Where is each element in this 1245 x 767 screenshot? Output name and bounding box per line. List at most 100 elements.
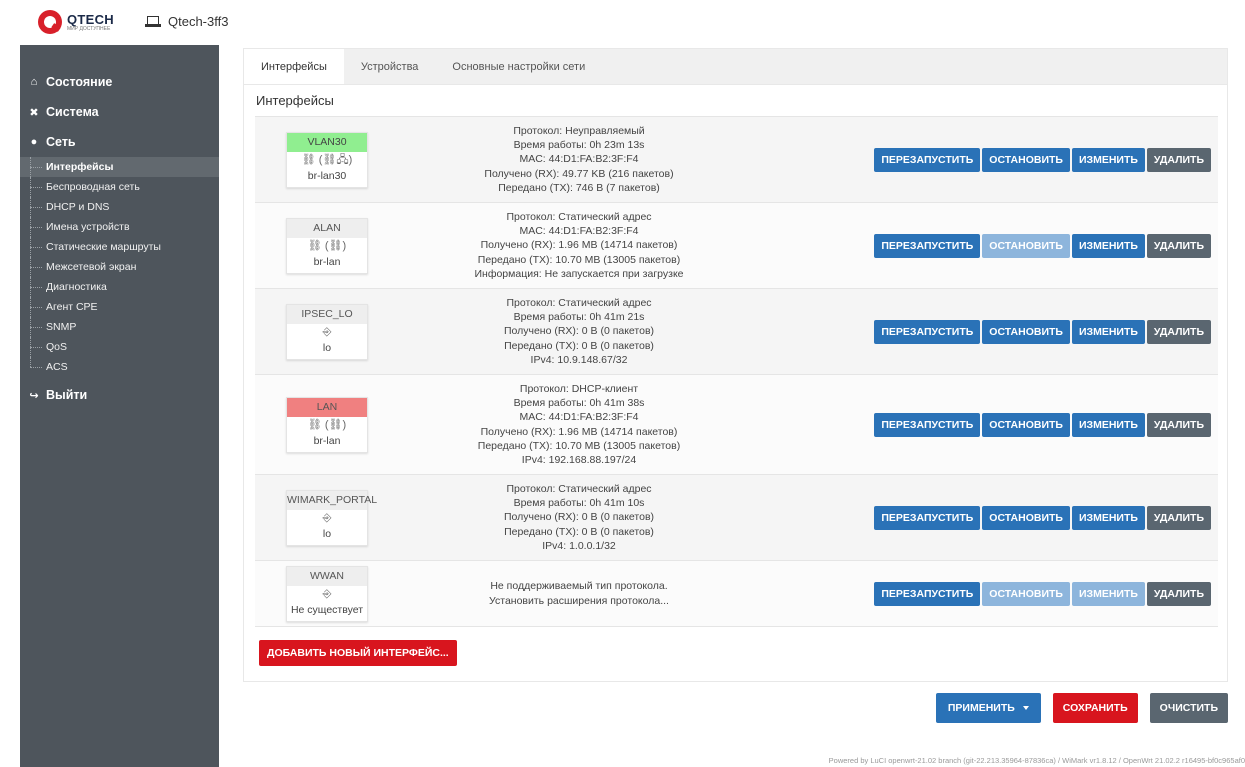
apply-button[interactable]: ПРИМЕНИТЬ bbox=[935, 693, 1041, 723]
row-actions: ПЕРЕЗАПУСТИТЬ ОСТАНОВИТЬ ИЗМЕНИТЬ УДАЛИТ… bbox=[872, 319, 1211, 344]
bridge-icon: ⛓ (⛓) bbox=[307, 418, 347, 431]
main-content: Интерфейсы Устройства Основные настройки… bbox=[243, 48, 1228, 682]
stop-button[interactable]: ОСТАНОВИТЬ bbox=[982, 319, 1070, 344]
edit-button[interactable]: ИЗМЕНИТЬ bbox=[1071, 233, 1145, 258]
sidebar-item-snmp[interactable]: SNMP bbox=[20, 317, 219, 337]
interface-device: lo bbox=[322, 527, 332, 540]
sidebar-item-interfaces[interactable]: Интерфейсы bbox=[20, 157, 219, 177]
delete-button[interactable]: УДАЛИТЬ bbox=[1146, 233, 1211, 258]
interface-row-vlan30: VLAN30 ⛓ (⛓🖧) br-lan30 Протокол: Неуправ… bbox=[255, 117, 1218, 203]
interface-row-wwan: WWAN ⎆ Не существует Не поддерживаемый т… bbox=[255, 561, 1218, 627]
delete-button[interactable]: УДАЛИТЬ bbox=[1146, 505, 1211, 530]
interface-status: Протокол: DHCP-клиент Время работы: 0h 4… bbox=[429, 382, 729, 467]
sidebar-item-dhcp-dns[interactable]: DHCP и DNS bbox=[20, 197, 219, 217]
status-line: Протокол: Статический адрес bbox=[506, 211, 652, 224]
status-line: IPv4: 1.0.0.1/32 bbox=[542, 539, 616, 552]
interface-status: Протокол: Статический адрес MAC: 44:D1:F… bbox=[429, 210, 729, 280]
logo-mark-icon bbox=[38, 10, 62, 34]
caret-down-icon bbox=[1022, 706, 1029, 711]
page-actions: ПРИМЕНИТЬ СОХРАНИТЬ ОЧИСТИТЬ bbox=[934, 693, 1228, 723]
interface-name: VLAN30 bbox=[287, 132, 367, 152]
status-line: Не поддерживаемый тип протокола. bbox=[490, 580, 668, 593]
sidebar-item-label: Состояние bbox=[46, 75, 113, 89]
restart-button[interactable]: ПЕРЕЗАПУСТИТЬ bbox=[874, 505, 981, 530]
qtech-logo[interactable]: QTECH МИР ДОСТУПНЕЕ bbox=[38, 10, 114, 34]
sidebar-item-logout[interactable]: ↪ Выйти bbox=[20, 380, 219, 410]
apply-label: ПРИМЕНИТЬ bbox=[947, 702, 1015, 714]
loopback-icon: ⎆ bbox=[322, 511, 332, 524]
status-line: Получено (RX): 0 B (0 пакетов) bbox=[503, 511, 655, 524]
sidebar-item-status[interactable]: ⌂ Состояние bbox=[20, 67, 219, 97]
status-line: MAC: 44:D1:FA:B2:3F:F4 bbox=[519, 225, 639, 238]
restart-button[interactable]: ПЕРЕЗАПУСТИТЬ bbox=[874, 581, 981, 606]
logout-icon: ↪ bbox=[29, 389, 39, 402]
interface-device: br-lan bbox=[313, 434, 341, 447]
interface-device: br-lan30 bbox=[307, 169, 347, 182]
status-line: Получено (RX): 1.96 MB (14714 пакетов) bbox=[480, 239, 678, 252]
sidebar-item-qos[interactable]: QoS bbox=[20, 337, 219, 357]
interface-row-lan: LAN ⛓ (⛓) br-lan Протокол: DHCP-клиент В… bbox=[255, 375, 1218, 475]
stop-button[interactable]: ОСТАНОВИТЬ bbox=[982, 147, 1070, 172]
tab-interfaces[interactable]: Интерфейсы bbox=[244, 49, 344, 84]
interface-name: WWAN bbox=[287, 566, 367, 586]
hostname-label: Qtech-3ff3 bbox=[168, 14, 229, 29]
logo-name: QTECH bbox=[67, 11, 114, 27]
sidebar-item-label: Выйти bbox=[46, 388, 88, 402]
interface-name: ALAN bbox=[287, 218, 367, 238]
sidebar-item-acs[interactable]: ACS bbox=[20, 357, 219, 377]
tab-global-network-options[interactable]: Основные настройки сети bbox=[435, 49, 602, 84]
status-line: Передано (TX): 10.70 MB (13005 пакетов) bbox=[477, 439, 681, 452]
loopback-icon: ⎆ bbox=[322, 587, 332, 600]
status-line: Протокол: Неуправляемый bbox=[513, 125, 645, 138]
status-line: Передано (TX): 10.70 MB (13005 пакетов) bbox=[477, 253, 681, 266]
sidebar-item-static-routes[interactable]: Статические маршруты bbox=[20, 237, 219, 257]
row-actions: ПЕРЕЗАПУСТИТЬ ОСТАНОВИТЬ ИЗМЕНИТЬ УДАЛИТ… bbox=[872, 505, 1211, 530]
interface-name: WIMARK_PORTAL bbox=[287, 490, 377, 510]
interface-status: Протокол: Статический адрес Время работы… bbox=[429, 482, 729, 552]
section-title: Интерфейсы bbox=[256, 93, 334, 108]
interface-badge[interactable]: LAN ⛓ (⛓) br-lan bbox=[286, 396, 368, 453]
sidebar-item-system[interactable]: ✖ Система bbox=[20, 97, 219, 127]
sidebar-item-wireless[interactable]: Беспроводная сеть bbox=[20, 177, 219, 197]
stop-button[interactable]: ОСТАНОВИТЬ bbox=[982, 505, 1070, 530]
top-header: QTECH МИР ДОСТУПНЕЕ Qtech-3ff3 bbox=[0, 0, 1245, 45]
edit-button[interactable]: ИЗМЕНИТЬ bbox=[1071, 319, 1145, 344]
sidebar-item-hostnames[interactable]: Имена устройств bbox=[20, 217, 219, 237]
interface-status: Протокол: Неуправляемый Время работы: 0h… bbox=[429, 124, 729, 194]
restart-button[interactable]: ПЕРЕЗАПУСТИТЬ bbox=[874, 319, 981, 344]
status-line: IPv4: 192.168.88.197/24 bbox=[521, 453, 637, 466]
reset-button[interactable]: ОЧИСТИТЬ bbox=[1149, 693, 1228, 723]
interface-badge[interactable]: VLAN30 ⛓ (⛓🖧) br-lan30 bbox=[286, 131, 368, 188]
sidebar-item-network[interactable]: ● Сеть bbox=[20, 127, 219, 157]
delete-button[interactable]: УДАЛИТЬ bbox=[1146, 147, 1211, 172]
interface-device: Не существует bbox=[290, 603, 364, 616]
status-line: Получено (RX): 1.96 MB (14714 пакетов) bbox=[480, 425, 678, 438]
edit-button[interactable]: ИЗМЕНИТЬ bbox=[1071, 505, 1145, 530]
delete-button[interactable]: УДАЛИТЬ bbox=[1146, 581, 1211, 606]
row-actions: ПЕРЕЗАПУСТИТЬ ОСТАНОВИТЬ ИЗМЕНИТЬ УДАЛИТ… bbox=[872, 233, 1211, 258]
globe-icon: ● bbox=[30, 136, 38, 148]
add-interface-button[interactable]: ДОБАВИТЬ НОВЫЙ ИНТЕРФЕЙС... bbox=[259, 640, 457, 666]
delete-button[interactable]: УДАЛИТЬ bbox=[1146, 319, 1211, 344]
interface-status: Не поддерживаемый тип протокола. Установ… bbox=[429, 579, 729, 607]
stop-button[interactable]: ОСТАНОВИТЬ bbox=[982, 412, 1070, 437]
save-button[interactable]: СОХРАНИТЬ bbox=[1052, 693, 1138, 723]
status-line: Получено (RX): 49.77 KB (216 пакетов) bbox=[484, 167, 674, 180]
edit-button[interactable]: ИЗМЕНИТЬ bbox=[1071, 412, 1145, 437]
interface-badge[interactable]: IPSEC_LO ⎆ lo bbox=[286, 303, 368, 360]
restart-button[interactable]: ПЕРЕЗАПУСТИТЬ bbox=[874, 412, 981, 437]
interface-badge[interactable]: ALAN ⛓ (⛓) br-lan bbox=[286, 217, 368, 274]
logo-tagline: МИР ДОСТУПНЕЕ bbox=[67, 25, 111, 32]
restart-button[interactable]: ПЕРЕЗАПУСТИТЬ bbox=[874, 233, 981, 258]
sidebar-item-diagnostics[interactable]: Диагностика bbox=[20, 277, 219, 297]
install-extensions-link[interactable]: Установить расширения протокола... bbox=[429, 594, 729, 608]
interface-name: LAN bbox=[287, 397, 367, 417]
tab-devices[interactable]: Устройства bbox=[344, 49, 436, 84]
edit-button[interactable]: ИЗМЕНИТЬ bbox=[1071, 147, 1145, 172]
restart-button[interactable]: ПЕРЕЗАПУСТИТЬ bbox=[874, 147, 981, 172]
interface-badge[interactable]: WWAN ⎆ Не существует bbox=[286, 565, 368, 622]
interface-badge[interactable]: WIMARK_PORTAL ⎆ lo bbox=[286, 489, 377, 546]
sidebar-item-firewall[interactable]: Межсетевой экран bbox=[20, 257, 219, 277]
delete-button[interactable]: УДАЛИТЬ bbox=[1146, 412, 1211, 437]
sidebar-item-cpe-agent[interactable]: Агент CPE bbox=[20, 297, 219, 317]
